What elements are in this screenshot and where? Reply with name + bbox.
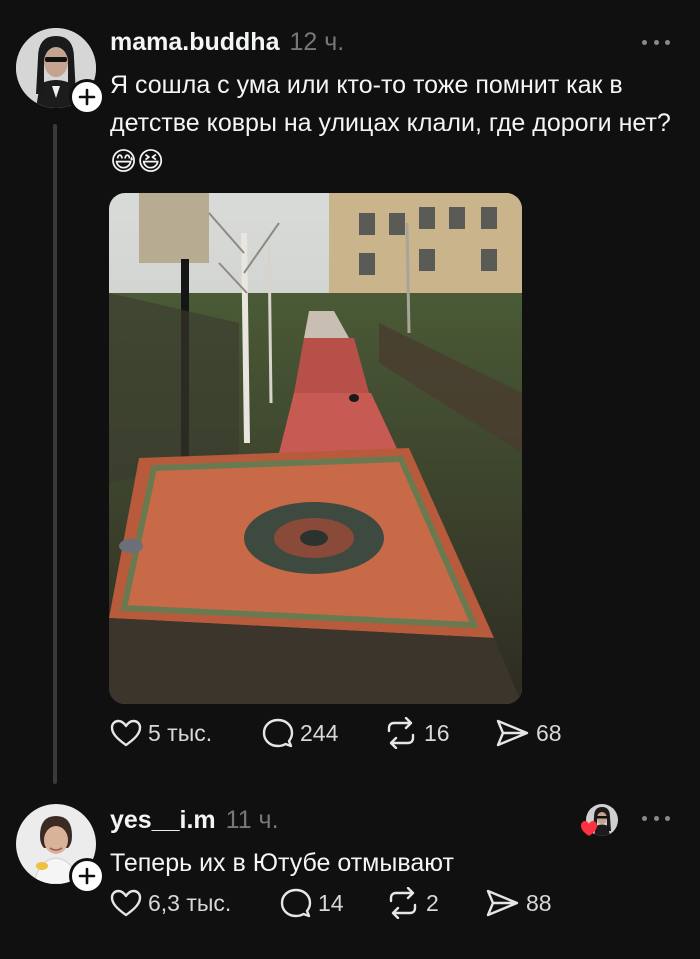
share-button[interactable]: 88 [486, 888, 552, 918]
plus-icon [78, 88, 96, 106]
username[interactable]: mama.buddha [110, 28, 279, 57]
repost-button[interactable]: 16 [384, 717, 450, 749]
post-image[interactable] [109, 193, 522, 704]
like-button[interactable]: 5 тыс. [110, 718, 212, 748]
share-count: 88 [526, 889, 552, 916]
post-header: mama.buddha 12 ч. [110, 28, 344, 57]
like-count: 6,3 тыс. [148, 889, 232, 916]
post-text: Теперь их в Ютубе отмывают [110, 849, 454, 877]
post-emojis: 😅😆 [110, 146, 165, 176]
post-time: 12 ч. [289, 28, 345, 56]
reply-button[interactable]: 14 [280, 887, 344, 919]
plus-icon [78, 867, 96, 885]
post-body: Я сошла с ума или кто-то тоже помнит как… [110, 71, 671, 137]
repost-count: 16 [424, 719, 450, 746]
repost-icon [389, 887, 417, 919]
repost-icon [387, 717, 415, 749]
repost-count: 2 [426, 889, 439, 916]
repost-button[interactable]: 2 [386, 887, 439, 919]
reply-button[interactable]: 244 [262, 717, 338, 749]
share-button[interactable]: 68 [496, 718, 562, 748]
comment-icon [262, 718, 294, 748]
post-text: Я сошла с ума или кто-то тоже помнит как… [110, 66, 680, 181]
heart-icon [110, 719, 142, 747]
more-icon[interactable] [642, 808, 670, 828]
follow-button[interactable] [69, 79, 105, 115]
send-icon [486, 889, 519, 917]
share-count: 68 [536, 719, 562, 746]
post-time: 11 ч. [225, 806, 279, 834]
heart-icon [110, 889, 142, 917]
thread-connector-line [53, 124, 57, 784]
reply-count: 244 [300, 719, 339, 746]
follow-button[interactable] [69, 858, 105, 894]
reply-count: 14 [318, 889, 344, 916]
post-header: yes__i.m 11 ч. [110, 806, 279, 835]
reply-post: yes__i.m 11 ч. Теперь их в Ютубе отмываю… [0, 792, 700, 959]
more-icon[interactable] [642, 32, 670, 52]
thread-post: mama.buddha 12 ч. Я сошла с ума или кто-… [0, 0, 700, 792]
like-button[interactable]: 6,3 тыс. [110, 888, 231, 918]
username[interactable]: yes__i.m [110, 806, 216, 835]
author-liked-indicator [580, 804, 618, 842]
heart-icon [581, 821, 597, 836]
comment-icon [280, 888, 312, 918]
like-count: 5 тыс. [148, 719, 213, 746]
send-icon [496, 719, 529, 747]
carpet-path-photo [109, 193, 522, 704]
